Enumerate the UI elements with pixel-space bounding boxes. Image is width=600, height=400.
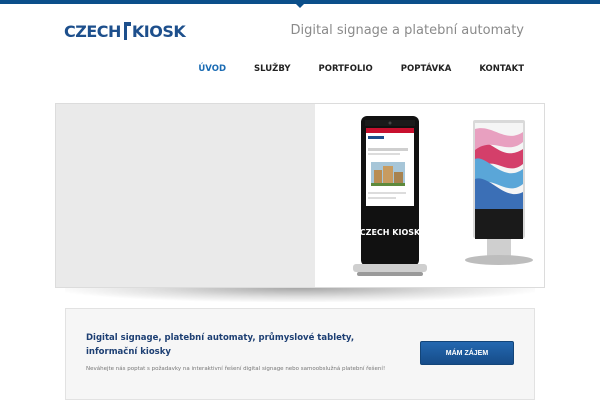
kiosk-brand-label: CZECH KIOSK [360,228,421,237]
top-bar-notch [296,4,304,8]
kiosk-illustration: CZECH KIOSK [353,116,533,276]
logo-kiosk-icon [123,22,131,40]
nav-item-uvod[interactable]: ÚVOD [198,64,226,74]
nav-item-poptavka[interactable]: POPTÁVKA [401,64,452,74]
callout-text: Neváhejte nás poptat s požadavky na inte… [86,366,386,372]
site-tagline: Digital signage a platební automaty [290,23,524,38]
nav-item-portfolio[interactable]: PORTFOLIO [319,64,373,74]
hero-slider[interactable]: CZECH KIOSK [55,103,545,288]
logo-text-czech: CZECH [64,21,121,41]
interest-button[interactable]: MÁM ZÁJEM [420,341,514,365]
main-nav: ÚVOD SLUŽBY PORTFOLIO POPTÁVKA KONTAKT [198,64,524,74]
callout-box: Digital signage, platební automaty, prům… [65,308,535,400]
logo[interactable]: CZECH KIOSK [64,20,186,42]
callout-title: Digital signage, platební automaty, prům… [86,333,355,357]
logo-text-kiosk: KIOSK [131,21,186,41]
nav-item-kontakt[interactable]: KONTAKT [479,64,524,74]
nav-item-sluzby[interactable]: SLUŽBY [254,64,290,74]
hero-kiosk-image: CZECH KIOSK [315,104,544,287]
hero-shadow [65,288,535,302]
